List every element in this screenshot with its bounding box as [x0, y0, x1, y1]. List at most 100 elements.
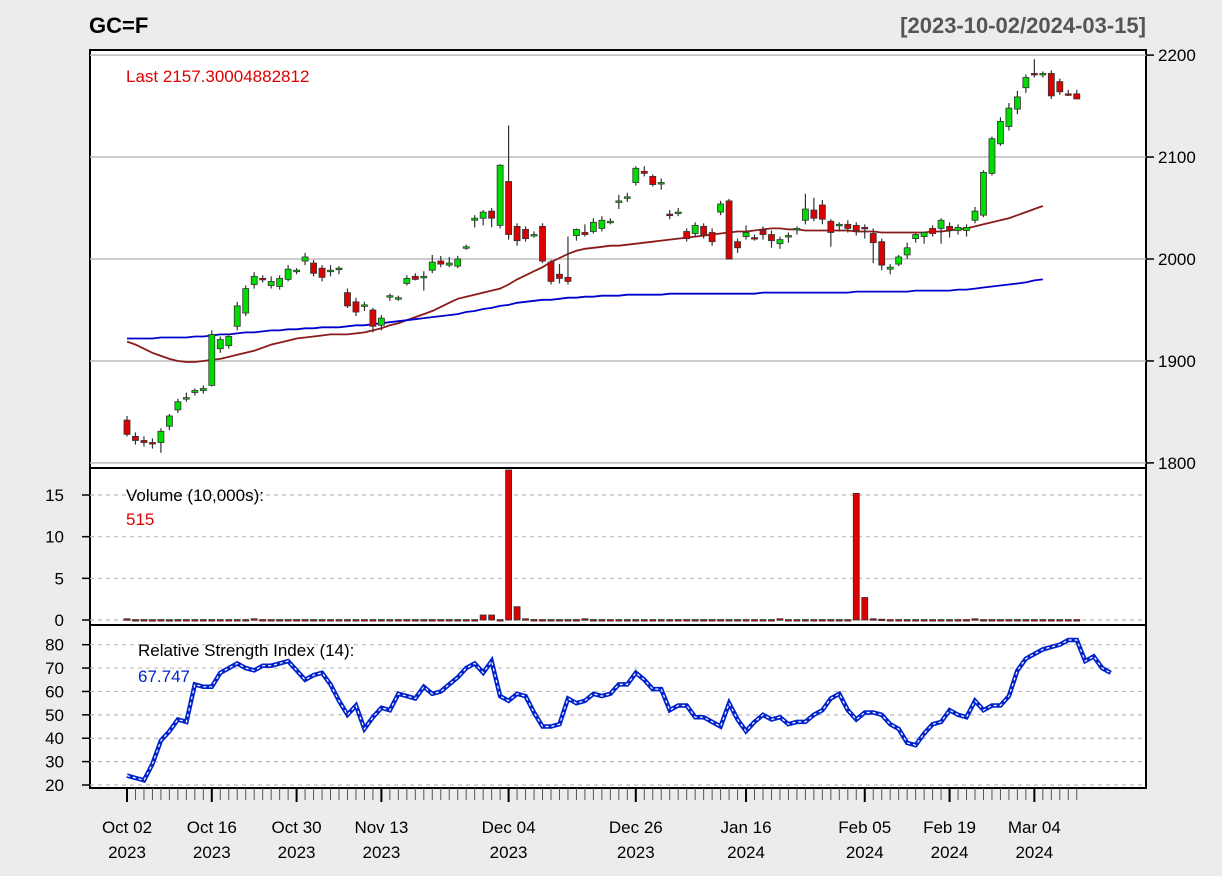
volume-bar [954, 619, 962, 622]
volume-bar [581, 618, 589, 621]
volume-bar [810, 619, 818, 622]
candle-body [657, 182, 665, 185]
volume-bar [445, 619, 453, 622]
volume-bar [327, 619, 334, 622]
volume-bar [725, 619, 733, 622]
volume-bar [691, 619, 699, 622]
x-tick-label-year: 2024 [727, 843, 765, 862]
price-tick-label: 1800 [1158, 454, 1196, 473]
volume-bar [1005, 619, 1013, 622]
candle-body [810, 209, 818, 219]
candle [980, 170, 987, 218]
candle-body [818, 204, 826, 220]
candle-body [403, 277, 411, 284]
volume-bar [674, 619, 682, 622]
candle-body [428, 261, 436, 271]
candle-body [301, 256, 309, 262]
candle [208, 330, 216, 387]
volume-bar [946, 619, 953, 622]
volume-bar [157, 619, 165, 622]
candle-body [1073, 93, 1081, 100]
candle-body [742, 232, 750, 237]
candle-body [751, 237, 758, 240]
volume-bar [539, 619, 546, 622]
volume-bar [420, 619, 428, 622]
x-tick-label-year: 2023 [278, 843, 316, 862]
candle-body [556, 273, 563, 279]
volume-bar [123, 618, 131, 621]
volume-bar [318, 619, 326, 622]
volume-legend-value: 515 [126, 510, 154, 529]
candle [242, 285, 250, 317]
x-tick-label-year: 2023 [362, 843, 400, 862]
candle-body [318, 267, 326, 278]
candle-body [191, 390, 199, 393]
x-tick-label-month: Dec 04 [482, 818, 536, 837]
candle-body [454, 258, 462, 267]
candle-body [640, 170, 648, 174]
candle [997, 117, 1004, 146]
volume-bar [649, 619, 657, 622]
date-range: [2023-10-02/2024-03-15] [900, 13, 1146, 38]
volume-bar [403, 619, 411, 622]
volume-tick-label: 5 [55, 569, 64, 588]
candle-body [971, 210, 979, 221]
volume-bar [615, 619, 623, 622]
candle-body [293, 269, 301, 273]
candle-body [683, 231, 691, 240]
x-tick-label-month: Dec 26 [609, 818, 663, 837]
candle-body [437, 260, 445, 265]
volume-bar [623, 619, 631, 622]
x-tick-label-year: 2024 [931, 843, 969, 862]
volume-tick-label: 0 [55, 611, 64, 630]
candle-body [623, 196, 631, 199]
candle [539, 223, 546, 264]
volume-bar [1056, 619, 1064, 622]
candle-body [496, 164, 504, 226]
volume-bar [225, 619, 233, 622]
volume-bar [1064, 619, 1072, 622]
candle-body [963, 226, 970, 231]
candle-body [886, 266, 894, 270]
candle-body [1030, 73, 1038, 76]
volume-bar [310, 619, 317, 622]
volume-bar [140, 619, 148, 622]
price-tick-label: 1900 [1158, 352, 1196, 371]
candle [725, 198, 733, 260]
volume-bar [259, 619, 267, 622]
candle-body [132, 435, 139, 441]
volume-bar [530, 619, 538, 622]
candle-body [954, 226, 962, 231]
x-tick-label-year: 2023 [108, 843, 146, 862]
candle-body [615, 200, 623, 203]
candle-body [581, 232, 589, 235]
candle-body [734, 241, 741, 249]
volume-bar [878, 618, 886, 622]
candle-body [759, 230, 767, 235]
candle-body [250, 275, 258, 285]
volume-bar [564, 619, 572, 622]
candle-body [352, 301, 360, 313]
candle-body [997, 120, 1004, 145]
volume-bar [683, 619, 691, 622]
candle-body [369, 309, 377, 327]
candle-body [1014, 96, 1021, 110]
volume-bar [742, 619, 750, 622]
candle [988, 136, 996, 176]
volume-bar [369, 619, 377, 622]
volume-bar [937, 619, 945, 622]
volume-bar [869, 618, 877, 621]
candle-body [157, 430, 165, 443]
volume-bar [963, 619, 970, 622]
volume-bar [835, 619, 843, 622]
candle-body [852, 224, 860, 231]
candle-body [259, 277, 267, 281]
candle-body [225, 336, 233, 347]
price-tick-label: 2100 [1158, 148, 1196, 167]
volume-bar [284, 619, 292, 622]
price-tick-label: 2200 [1158, 46, 1196, 65]
volume-bar [471, 619, 479, 622]
candle-body [462, 246, 470, 249]
volume-bar [785, 619, 792, 622]
candle-body [590, 221, 597, 232]
